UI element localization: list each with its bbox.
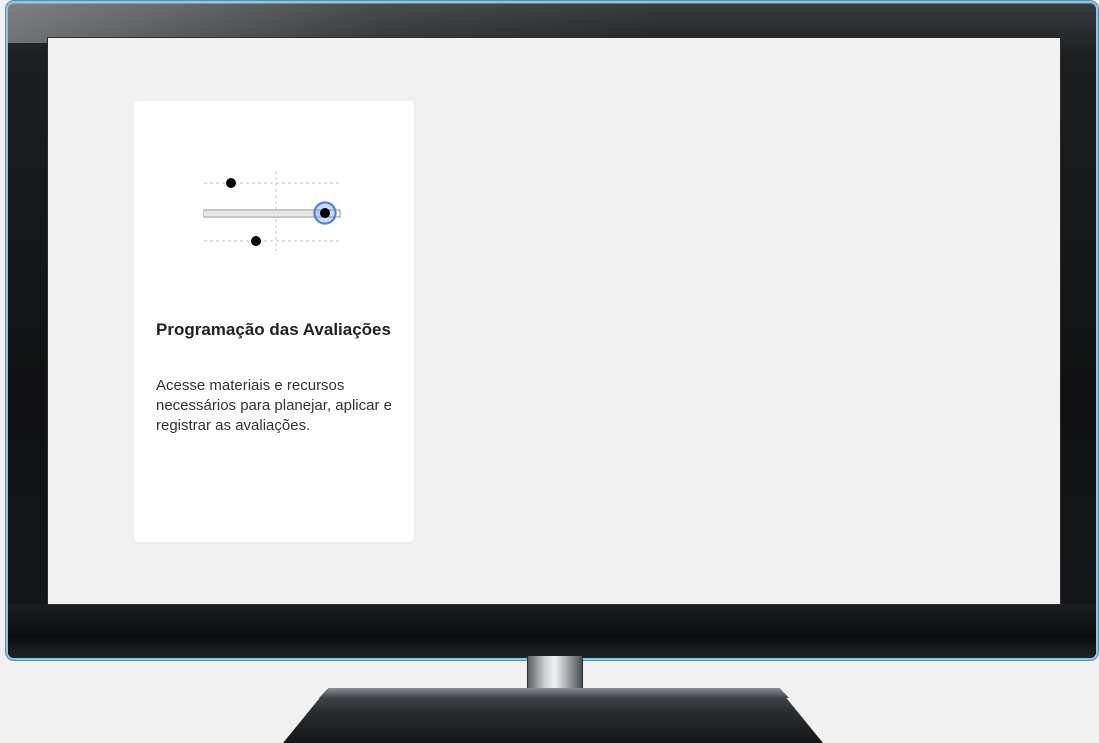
monitor-frame: Programação das Avaliações Acesse materi… [0,0,1099,743]
monitor-base-top [319,688,789,698]
card-description: Acesse materiais e recursos necessários … [156,377,392,434]
card-title: Programação das Avaliações [156,320,391,339]
monitor-screen: Programação das Avaliações Acesse materi… [47,37,1061,605]
monitor-chin [8,604,1096,658]
card-programacao-avaliacoes[interactable]: Programação das Avaliações Acesse materi… [134,101,414,542]
sliders-icon [203,171,341,251]
